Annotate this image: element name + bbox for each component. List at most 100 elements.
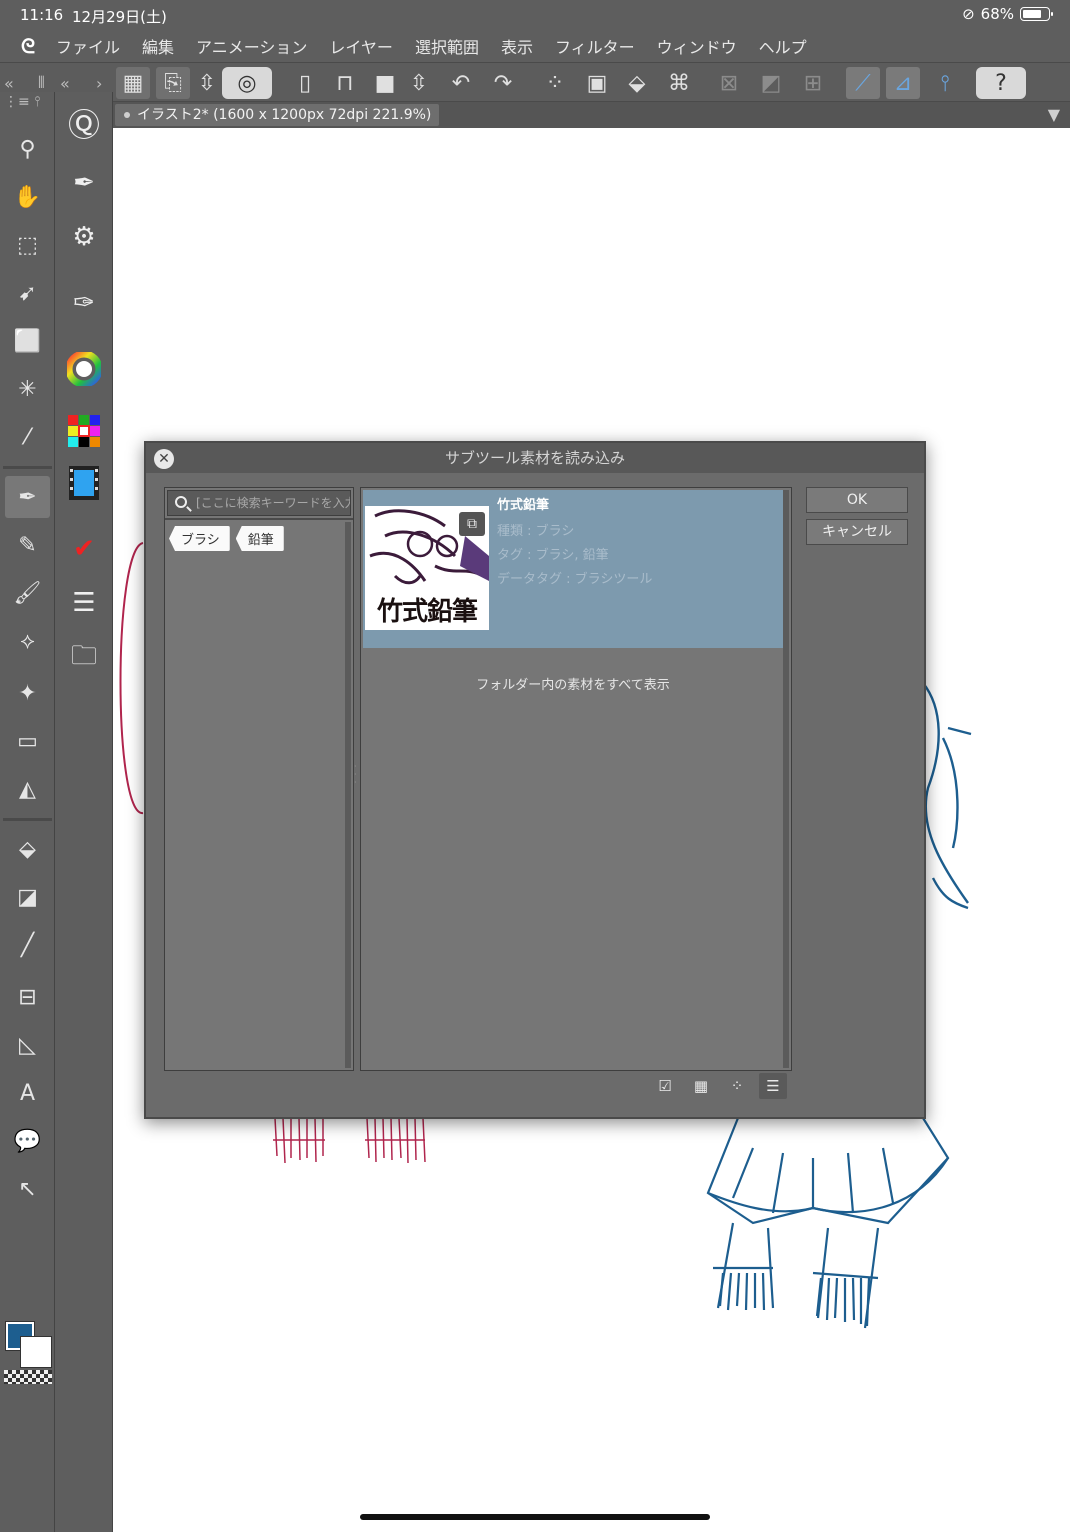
palette-bar: Ⓠ ✒ ⚙ ✑ ✔ ☰ 🗀 [55, 92, 113, 1532]
material-list-scrollbar[interactable] [783, 490, 789, 1068]
tool-property-icon[interactable]: ⚙ [63, 216, 105, 258]
brush-size-icon[interactable]: ✑ [63, 282, 105, 324]
material-thumbnail: ⧉ 竹式鉛筆 [365, 506, 489, 630]
menu-file[interactable]: ファイル [56, 34, 120, 58]
tag-brush[interactable]: ブラシ [169, 526, 230, 551]
object-tool-icon[interactable]: ➹ [5, 272, 50, 314]
layer-property-icon[interactable]: ✔ [63, 528, 105, 570]
menu-window[interactable]: ウィンドウ [657, 34, 737, 58]
brush-tool-icon[interactable]: 🖌 [5, 572, 50, 614]
material-folder-icon[interactable]: 🗀 [63, 638, 105, 680]
color-wheel-icon[interactable] [63, 348, 105, 390]
blend-tool-icon[interactable]: ◭ [5, 768, 50, 810]
status-time: 11:16 [20, 6, 64, 24]
material-kind: 種類 : ブラシ [497, 524, 575, 539]
ok-button[interactable]: OK [806, 487, 908, 513]
show-all-link[interactable]: フォルダー内の素材をすべて表示 [361, 674, 785, 693]
small-thumbnail-icon[interactable]: ⁘ [723, 1073, 751, 1099]
stepper-icon[interactable]: ⇳ [190, 67, 224, 99]
pencil-tool-icon[interactable]: ✎ [5, 524, 50, 566]
auto-select-tool-icon[interactable]: ✳ [5, 368, 50, 410]
undo-icon[interactable]: ↶ [444, 67, 478, 99]
thumbnail-caption: 竹式鉛筆 [376, 597, 478, 627]
redo-icon[interactable]: ↷ [486, 67, 520, 99]
home-indicator[interactable] [360, 1514, 710, 1520]
material-data-tags: データタグ : ブラシツール [497, 572, 653, 587]
pen-tool-icon[interactable]: ✒ [5, 476, 50, 518]
text-tool-icon[interactable]: A [5, 1072, 50, 1114]
hand-tool-icon[interactable]: ✋ [5, 176, 50, 218]
material-name: 竹式鉛筆 [497, 498, 550, 513]
menu-animation[interactable]: アニメーション [196, 34, 307, 58]
menu-edit[interactable]: 編集 [142, 34, 174, 58]
tag-pane: [ここに検索キーワードを入力し ブラシ 鉛筆 [164, 487, 354, 1071]
airbrush-tool-icon[interactable]: ⟡ [5, 620, 50, 662]
close-icon[interactable]: ✕ [154, 449, 174, 469]
save-stepper-icon[interactable]: ⇳ [402, 67, 436, 99]
grid-snap-icon[interactable]: ⫯ [928, 67, 962, 99]
layer-move-tool-icon[interactable]: ⬚ [5, 224, 50, 266]
material-item[interactable]: ⧉ 竹式鉛筆 竹式鉛筆 種類 : ブラシ タグ : ブラシ, 鉛筆 データタグ … [363, 490, 783, 648]
tab-menu-chevron-down-icon[interactable]: ▼ [1048, 105, 1060, 124]
menu-selection[interactable]: 選択範囲 [415, 34, 479, 58]
ruler-snap-icon[interactable]: ⟋ [846, 67, 880, 99]
tag-pencil[interactable]: 鉛筆 [235, 526, 284, 551]
select-border-icon[interactable]: ⊞ [796, 67, 830, 99]
command-bar: « ⫴ « › ▦ ⎘ ⇳ ◎ ▯ ⊓ ■ ⇳ ↶ ↷ ⁘ ▣ ⬙ ⌘ ⊠ ◩ … [0, 62, 1070, 102]
sub-color-swatch[interactable] [20, 1336, 52, 1368]
ruler-tool-icon[interactable]: ◺ [5, 1024, 50, 1066]
cloud-sync-icon[interactable]: ◎ [222, 67, 272, 99]
load-subtool-material-dialog: サブツール素材を読み込み ✕ [ここに検索キーワードを入力し ブラシ 鉛筆 ··… [144, 441, 926, 1119]
tool-palette: ⋮≡ ⫯ ⚲ ✋ ⬚ ➹ ⬜ ✳ ⁄ ✒ ✎ 🖌 ⟡ ✦ ▭ ◭ ⬙ ◪ ╱ ⊟… [0, 92, 55, 1532]
selection-tool-icon[interactable]: ⬜ [5, 320, 50, 362]
free-transform-icon[interactable]: ⌘ [662, 67, 696, 99]
link-icon: ⊘ [962, 5, 975, 23]
fill-tool-icon[interactable]: ⬙ [5, 828, 50, 870]
frame-border-tool-icon[interactable]: ⊟ [5, 976, 50, 1018]
quick-access-icon[interactable]: Ⓠ [63, 102, 105, 144]
transform-icon[interactable]: ▣ [580, 67, 614, 99]
correct-line-tool-icon[interactable]: ↖ [5, 1168, 50, 1210]
save-icon[interactable]: ■ [368, 67, 402, 99]
tool-separator [3, 466, 52, 469]
edit-stack-icon[interactable]: ⎘ [156, 67, 190, 99]
balloon-tool-icon[interactable]: 💬 [5, 1120, 50, 1162]
gradient-tool-icon[interactable]: ◪ [5, 876, 50, 918]
document-tab[interactable]: イラスト2* (1600 x 1200px 72dpi 221.9%) [115, 104, 440, 126]
sub-tool-icon[interactable]: ✒ [63, 162, 105, 204]
menu-help[interactable]: ヘルプ [759, 34, 807, 58]
menu-filter[interactable]: フィルター [555, 34, 635, 58]
grid-view-icon[interactable]: ▦ [116, 67, 150, 99]
eyedropper-tool-icon[interactable]: ⁄ [5, 416, 50, 458]
eraser-tool-icon[interactable]: ▭ [5, 720, 50, 762]
layer-icon[interactable]: ☰ [63, 582, 105, 624]
tag-pane-scrollbar[interactable] [345, 522, 351, 1068]
color-set-icon[interactable] [63, 410, 105, 452]
special-ruler-snap-icon[interactable]: ⊿ [886, 67, 920, 99]
help-icon[interactable]: ? [976, 67, 1026, 99]
menu-view[interactable]: 表示 [501, 34, 533, 58]
status-date: 12月29日(土) [72, 8, 167, 26]
select-invert-icon[interactable]: ◩ [754, 67, 788, 99]
zoom-tool-icon[interactable]: ⚲ [5, 128, 50, 170]
list-view-icon[interactable]: ☰ [759, 1073, 787, 1099]
checkbox-view-icon[interactable]: ☑ [651, 1073, 679, 1099]
figure-tool-icon[interactable]: ╱ [5, 924, 50, 966]
cancel-button[interactable]: キャンセル [806, 519, 908, 545]
tool-palette-header: ⋮≡ ⫯ [4, 94, 41, 110]
fill-bucket-icon[interactable]: ⬙ [620, 67, 654, 99]
view-mode-bar: ☑ ▦ ⁘ ☰ [651, 1073, 787, 1099]
battery-percent: 68% [980, 5, 1014, 23]
timeline-icon[interactable] [63, 462, 105, 504]
new-file-icon[interactable]: ▯ [288, 67, 322, 99]
select-clear-icon[interactable]: ⊠ [712, 67, 746, 99]
large-thumbnail-icon[interactable]: ▦ [687, 1073, 715, 1099]
search-input[interactable]: [ここに検索キーワードを入力し [167, 490, 351, 516]
transparent-color-swatch[interactable] [4, 1370, 52, 1384]
decoration-tool-icon[interactable]: ✦ [5, 672, 50, 714]
spray-icon[interactable]: ⁘ [538, 67, 572, 99]
open-folder-icon[interactable]: ⊓ [328, 67, 362, 99]
app-logo-icon[interactable]: ᘓ [0, 34, 56, 58]
menu-layer[interactable]: レイヤー [329, 34, 393, 58]
tool-separator [3, 818, 52, 821]
